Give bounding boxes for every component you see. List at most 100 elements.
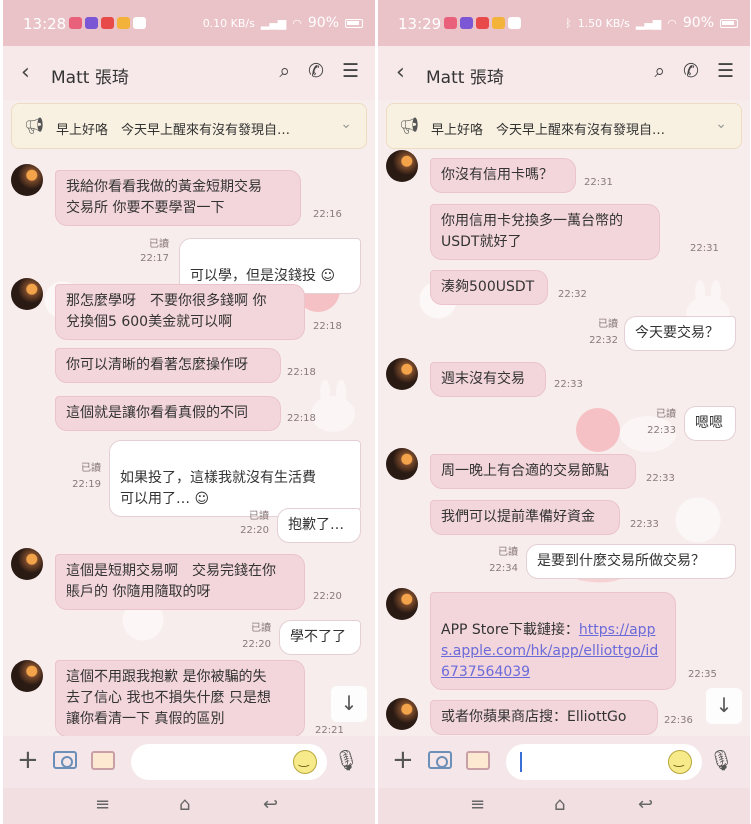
wifi-icon: ◠ — [667, 16, 677, 30]
image-icon[interactable] — [466, 751, 490, 770]
emoji-icon[interactable] — [293, 750, 317, 774]
message-outgoing[interactable]: 今天要交易？ — [624, 316, 736, 351]
announcement-text: 早上好咯 今天早上醒來有沒有發現自… — [56, 123, 291, 138]
phone-screen-left: 13:28 0.10 KB/s ▂▄▆ ◠ 90% ‹ Matt 張琦 ⌕ ✆ — [3, 0, 375, 824]
contact-name[interactable]: Matt 張琦 — [426, 63, 504, 88]
message-outgoing[interactable]: 抱歉了… — [277, 508, 361, 543]
contact-avatar[interactable] — [386, 588, 418, 620]
message-incoming[interactable]: 或者你蘋果商店搜：ElliottGo — [430, 700, 658, 735]
message-time: 22:18 — [287, 367, 316, 378]
camera-icon[interactable] — [53, 751, 77, 769]
message-incoming[interactable]: 這個是短期交易啊 交易完錢在你 賬戶的 你隨用隨取的呀 — [55, 554, 305, 610]
message-incoming[interactable]: 那怎麼學呀 不要你很多錢啊 你 兌換個5 600美金就可以啊 — [55, 284, 305, 340]
recent-apps-icon[interactable]: ≡ — [95, 794, 110, 815]
sticker-decoration — [311, 380, 355, 432]
message-time: 22:33 — [554, 379, 583, 390]
announcement-bar[interactable]: 📢︎ 早上好咯 今天早上醒來有沒有發現自… ⌄ — [386, 103, 742, 149]
chat-area[interactable]: 我給你看看我做的黃金短期交易 交易所 你要不要學習一下 22:16 已讀 22:… — [3, 100, 375, 736]
message-incoming[interactable]: 這個不用跟我抱歉 是你被騙的失 去了信心 我也不損失什麼 只是想 讓你看清一下 … — [55, 660, 305, 736]
phone-call-icon[interactable]: ✆ — [683, 60, 699, 82]
status-right: ᛒ 1.50 KB/s ▂▄▆ ◠ 90% — [565, 15, 738, 31]
notification-icon — [508, 17, 521, 29]
back-arrow-icon[interactable]: ‹ — [396, 60, 405, 85]
announcement-text: 早上好咯 今天早上醒來有沒有發現自… — [431, 123, 666, 138]
read-receipt: 已讀 — [598, 319, 618, 330]
search-icon[interactable]: ⌕ — [279, 60, 290, 82]
message-outgoing[interactable]: 學不了了 — [279, 620, 361, 655]
announcement-bar[interactable]: 📢︎ 早上好咯 今天早上醒來有沒有發現自… ⌄ — [11, 103, 367, 149]
emoji-icon[interactable] — [668, 750, 692, 774]
chevron-down-icon[interactable]: ⌄ — [715, 116, 727, 132]
contact-avatar[interactable] — [386, 358, 418, 390]
message-outgoing[interactable]: 如果投了，這樣我就沒有生活費 可以用了… ☺ — [109, 440, 361, 517]
read-receipt: 已讀 — [656, 409, 676, 420]
notification-icon — [492, 17, 505, 29]
contact-avatar[interactable] — [11, 548, 43, 580]
message-time: 22:16 — [313, 209, 342, 220]
notification-icon — [117, 17, 130, 29]
microphone-icon[interactable]: 🎙︎ — [709, 748, 734, 772]
message-time: 22:32 — [558, 289, 587, 300]
message-time: 22:20 — [242, 639, 271, 650]
home-icon[interactable]: ⌂ — [179, 794, 190, 815]
message-incoming[interactable]: APP Store下載鏈接：https://apps.apple.com/hk/… — [430, 592, 676, 690]
message-incoming[interactable]: 這個就是讓你看看真假的不同 — [55, 396, 281, 431]
menu-icon[interactable]: ☰ — [342, 60, 359, 82]
back-icon[interactable]: ↩ — [638, 794, 653, 815]
message-incoming[interactable]: 週末沒有交易 — [430, 362, 546, 397]
scroll-down-button[interactable]: ↓ — [706, 688, 742, 724]
message-incoming[interactable]: 你用信用卡兌換多一萬台幣的 USDT就好了 — [430, 204, 660, 260]
message-incoming[interactable]: 我們可以提前準備好資金 — [430, 500, 620, 535]
contact-avatar[interactable] — [11, 660, 43, 692]
contact-avatar[interactable] — [11, 164, 43, 196]
message-time: 22:31 — [584, 177, 613, 188]
message-time: 22:35 — [688, 669, 717, 680]
message-incoming[interactable]: 你沒有信用卡嗎？ — [430, 158, 576, 193]
message-input[interactable] — [506, 744, 702, 780]
message-input[interactable] — [131, 744, 327, 780]
phone-screen-right: 13:29 ᛒ 1.50 KB/s ▂▄▆ ◠ 90% ‹ Matt 張琦 ⌕ — [378, 0, 750, 824]
search-icon[interactable]: ⌕ — [654, 60, 665, 82]
phone-call-icon[interactable]: ✆ — [308, 60, 324, 82]
scroll-down-button[interactable]: ↓ — [331, 686, 367, 722]
message-outgoing[interactable]: 嗯嗯 — [684, 406, 736, 441]
image-icon[interactable] — [91, 751, 115, 770]
chat-area[interactable]: 你沒有信用卡嗎？ 22:31 你用信用卡兌換多一萬台幣的 USDT就好了 22:… — [378, 100, 750, 736]
menu-icon[interactable]: ☰ — [717, 60, 734, 82]
contact-name[interactable]: Matt 張琦 — [51, 63, 129, 88]
message-time: 22:17 — [140, 253, 169, 264]
message-time: 22:32 — [589, 335, 618, 346]
message-incoming[interactable]: 湊夠500USDT — [430, 270, 548, 305]
message-incoming[interactable]: 你可以清晰的看著怎麼操作呀 — [55, 348, 281, 383]
bluetooth-icon: ᛒ — [565, 16, 572, 30]
message-time: 22:20 — [240, 525, 269, 536]
home-icon[interactable]: ⌂ — [554, 794, 565, 815]
contact-avatar[interactable] — [386, 448, 418, 480]
chevron-down-icon[interactable]: ⌄ — [340, 116, 352, 132]
status-bar: 13:29 ᛒ 1.50 KB/s ▂▄▆ ◠ 90% — [378, 0, 750, 46]
message-incoming[interactable]: 周一晚上有合適的交易節點 — [430, 454, 636, 489]
plus-icon[interactable]: + — [392, 745, 414, 775]
network-speed: 0.10 KB/s — [202, 16, 255, 30]
recent-apps-icon[interactable]: ≡ — [470, 794, 485, 815]
message-time: 22:18 — [313, 321, 342, 332]
status-app-icons — [444, 17, 521, 29]
message-incoming[interactable]: 我給你看看我做的黃金短期交易 交易所 你要不要學習一下 — [55, 170, 301, 226]
message-time: 22:33 — [646, 473, 675, 484]
notification-icon — [460, 17, 473, 29]
contact-avatar[interactable] — [11, 278, 43, 310]
plus-icon[interactable]: + — [17, 745, 39, 775]
status-right: 0.10 KB/s ▂▄▆ ◠ 90% — [203, 15, 363, 31]
system-nav-bar: ≡ ⌂ ↩ — [3, 788, 375, 824]
back-arrow-icon[interactable]: ‹ — [21, 60, 30, 85]
camera-icon[interactable] — [428, 751, 452, 769]
microphone-icon[interactable]: 🎙︎ — [334, 748, 359, 772]
read-receipt: 已讀 — [81, 463, 101, 474]
message-outgoing[interactable]: 是要到什麼交易所做交易？ — [526, 544, 736, 579]
contact-avatar[interactable] — [386, 698, 418, 730]
message-time: 22:33 — [630, 519, 659, 530]
notification-icon — [444, 17, 457, 29]
back-icon[interactable]: ↩ — [263, 794, 278, 815]
contact-avatar[interactable] — [386, 150, 418, 182]
message-time: 22:36 — [664, 715, 693, 726]
